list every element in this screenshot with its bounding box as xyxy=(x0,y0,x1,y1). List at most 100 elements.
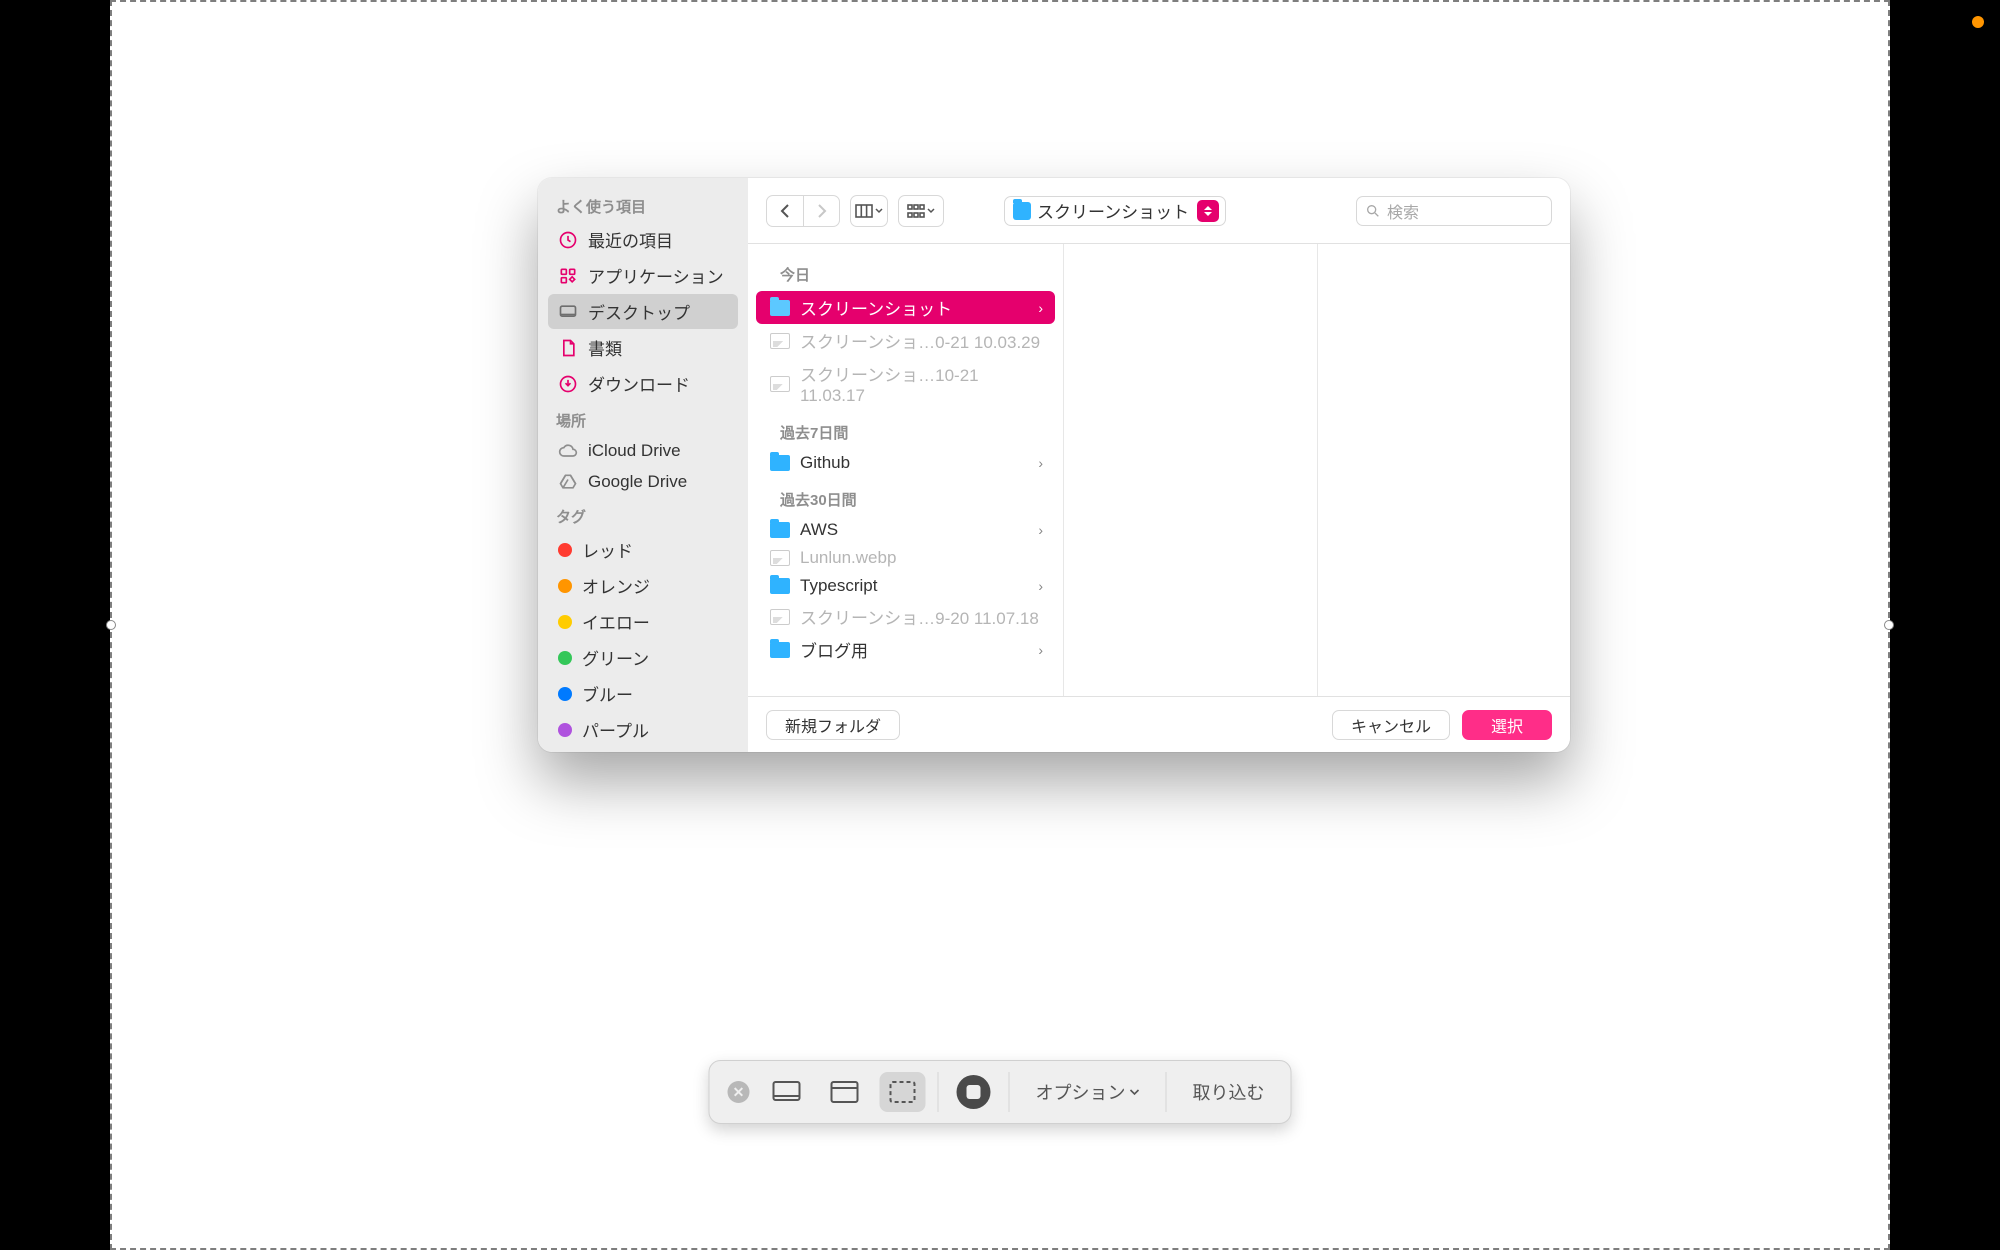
sidebar-item-label: アプリケーション xyxy=(588,263,724,288)
view-mode-group xyxy=(850,195,888,227)
sidebar-item-icloud[interactable]: iCloud Drive xyxy=(548,436,738,466)
column-2[interactable] xyxy=(1064,244,1318,696)
sidebar-item-label: 書類 xyxy=(588,335,622,360)
tag-dot-icon xyxy=(558,651,572,665)
chevron-right-icon: › xyxy=(1038,300,1043,316)
sidebar-item-desktop[interactable]: デスクトップ xyxy=(548,294,738,329)
chevron-right-icon: › xyxy=(1038,578,1043,594)
sidebar-tag-yellow[interactable]: イエロー xyxy=(548,604,738,639)
divider xyxy=(1009,1072,1010,1112)
sidebar-item-label: ブルー xyxy=(582,681,633,706)
file-row[interactable]: Lunlun.webp xyxy=(756,544,1055,572)
column-group-header: 過去30日間 xyxy=(748,477,1063,516)
divider xyxy=(1166,1072,1167,1112)
finder-toolbar: スクリーンショット 検索 xyxy=(748,178,1570,244)
app-grid-icon xyxy=(558,266,578,286)
sidebar-item-recents[interactable]: 最近の項目 xyxy=(548,222,738,257)
sidebar-item-label: グリーン xyxy=(582,645,649,670)
file-label: AWS xyxy=(800,520,838,540)
dialog-footer: 新規フォルダ キャンセル 選択 xyxy=(748,696,1570,752)
recording-indicator-dot xyxy=(1972,16,1984,28)
cancel-button[interactable]: キャンセル xyxy=(1332,710,1450,740)
column-1[interactable]: 今日スクリーンショット› スクリーンショ…0-21 10.03.29 スクリーンショ… xyxy=(748,244,1064,696)
sidebar-item-label: デスクトップ xyxy=(588,299,690,324)
finder-main: スクリーンショット 検索 今日スクリーンショット›スクリーンショ…0-21 10… xyxy=(748,178,1570,752)
folder-row[interactable]: ブログ用 › xyxy=(756,633,1055,666)
sidebar-item-label: Google Drive xyxy=(588,472,687,492)
view-columns-button[interactable] xyxy=(851,196,887,226)
columns-view: 今日スクリーンショット› スクリーンショ…0-21 10.03.29 スクリーンショ… xyxy=(748,244,1570,696)
screenshot-toolbar: ✕ オプション 取り込む xyxy=(709,1060,1292,1124)
nav-back-forward xyxy=(766,195,840,227)
sidebar-item-gdrive[interactable]: Google Drive xyxy=(548,467,738,497)
document-icon xyxy=(558,338,578,358)
sidebar-tag-orange[interactable]: オレンジ xyxy=(548,568,738,603)
record-button[interactable] xyxy=(945,1064,1003,1120)
group-by-button-group xyxy=(898,195,944,227)
tag-dot-icon xyxy=(558,723,572,737)
search-input[interactable]: 検索 xyxy=(1356,196,1552,226)
sidebar-item-applications[interactable]: アプリケーション xyxy=(548,258,738,293)
image-file-icon xyxy=(770,550,790,566)
folder-row[interactable]: AWS› xyxy=(756,516,1055,544)
back-button[interactable] xyxy=(767,196,803,226)
folder-icon xyxy=(770,578,790,594)
file-row[interactable]: スクリーンショ…10-21 11.03.17 xyxy=(756,357,1055,410)
file-label: ブログ用 xyxy=(800,637,868,662)
sidebar-item-downloads[interactable]: ダウンロード xyxy=(548,366,738,401)
gdrive-icon xyxy=(558,472,578,492)
file-picker-dialog: よく使う項目 最近の項目 アプリケーション デスクトップ 書類 xyxy=(538,178,1570,752)
options-button[interactable]: オプション xyxy=(1016,1064,1160,1120)
column-3[interactable] xyxy=(1318,244,1571,696)
sidebar-item-label: iCloud Drive xyxy=(588,441,681,461)
folder-row[interactable]: スクリーンショット› xyxy=(756,291,1055,324)
sidebar-header-tags: タグ xyxy=(538,498,748,531)
desktop-icon xyxy=(558,302,578,322)
search-placeholder: 検索 xyxy=(1387,199,1419,223)
image-file-icon xyxy=(770,333,790,349)
file-label: スクリーンショ…0-21 10.03.29 xyxy=(800,328,1040,353)
group-by-button[interactable] xyxy=(899,196,943,226)
search-icon xyxy=(1365,203,1381,219)
file-row[interactable]: スクリーンショ…9-20 11.07.18 xyxy=(756,600,1055,633)
tag-dot-icon xyxy=(558,615,572,629)
record-icon xyxy=(957,1075,991,1109)
folder-row[interactable]: Typescript› xyxy=(756,572,1055,600)
capture-entire-screen-button[interactable] xyxy=(758,1064,816,1120)
selection-handle-right[interactable] xyxy=(1884,620,1894,630)
folder-icon xyxy=(770,642,790,658)
sidebar-tag-blue[interactable]: ブルー xyxy=(548,676,738,711)
chevron-right-icon: › xyxy=(1038,455,1043,471)
selection-handle-left[interactable] xyxy=(106,620,116,630)
chevron-right-icon: › xyxy=(1038,642,1043,658)
canvas-area: よく使う項目 最近の項目 アプリケーション デスクトップ 書類 xyxy=(110,0,1890,1250)
path-popup-button[interactable]: スクリーンショット xyxy=(1004,196,1226,226)
folder-icon xyxy=(770,522,790,538)
sidebar-item-label: ダウンロード xyxy=(588,371,690,396)
column-group-header: 今日 xyxy=(748,252,1063,291)
sidebar-header-locations: 場所 xyxy=(538,402,748,435)
sidebar-item-label: 最近の項目 xyxy=(588,227,673,252)
image-file-icon xyxy=(770,609,790,625)
column-group-header: 過去7日間 xyxy=(748,410,1063,449)
sidebar-tag-purple[interactable]: パープル xyxy=(548,712,738,747)
sidebar-item-label: イエロー xyxy=(582,609,650,634)
forward-button[interactable] xyxy=(803,196,839,226)
sidebar-tag-red[interactable]: レッド xyxy=(548,532,738,567)
new-folder-button[interactable]: 新規フォルダ xyxy=(766,710,900,740)
clock-icon xyxy=(558,230,578,250)
folder-row[interactable]: Github› xyxy=(756,449,1055,477)
tag-dot-icon xyxy=(558,579,572,593)
capture-button[interactable]: 取り込む xyxy=(1173,1064,1285,1120)
sidebar-item-documents[interactable]: 書類 xyxy=(548,330,738,365)
choose-button[interactable]: 選択 xyxy=(1462,710,1552,740)
folder-icon xyxy=(1013,202,1031,220)
close-button[interactable]: ✕ xyxy=(728,1081,750,1103)
capture-selection-button[interactable] xyxy=(874,1064,932,1120)
file-label: スクリーンショ…9-20 11.07.18 xyxy=(800,604,1039,629)
tag-dot-icon xyxy=(558,543,572,557)
sidebar-tag-green[interactable]: グリーン xyxy=(548,640,738,675)
folder-icon xyxy=(770,300,790,316)
capture-window-button[interactable] xyxy=(816,1064,874,1120)
file-row[interactable]: スクリーンショ…0-21 10.03.29 xyxy=(756,324,1055,357)
